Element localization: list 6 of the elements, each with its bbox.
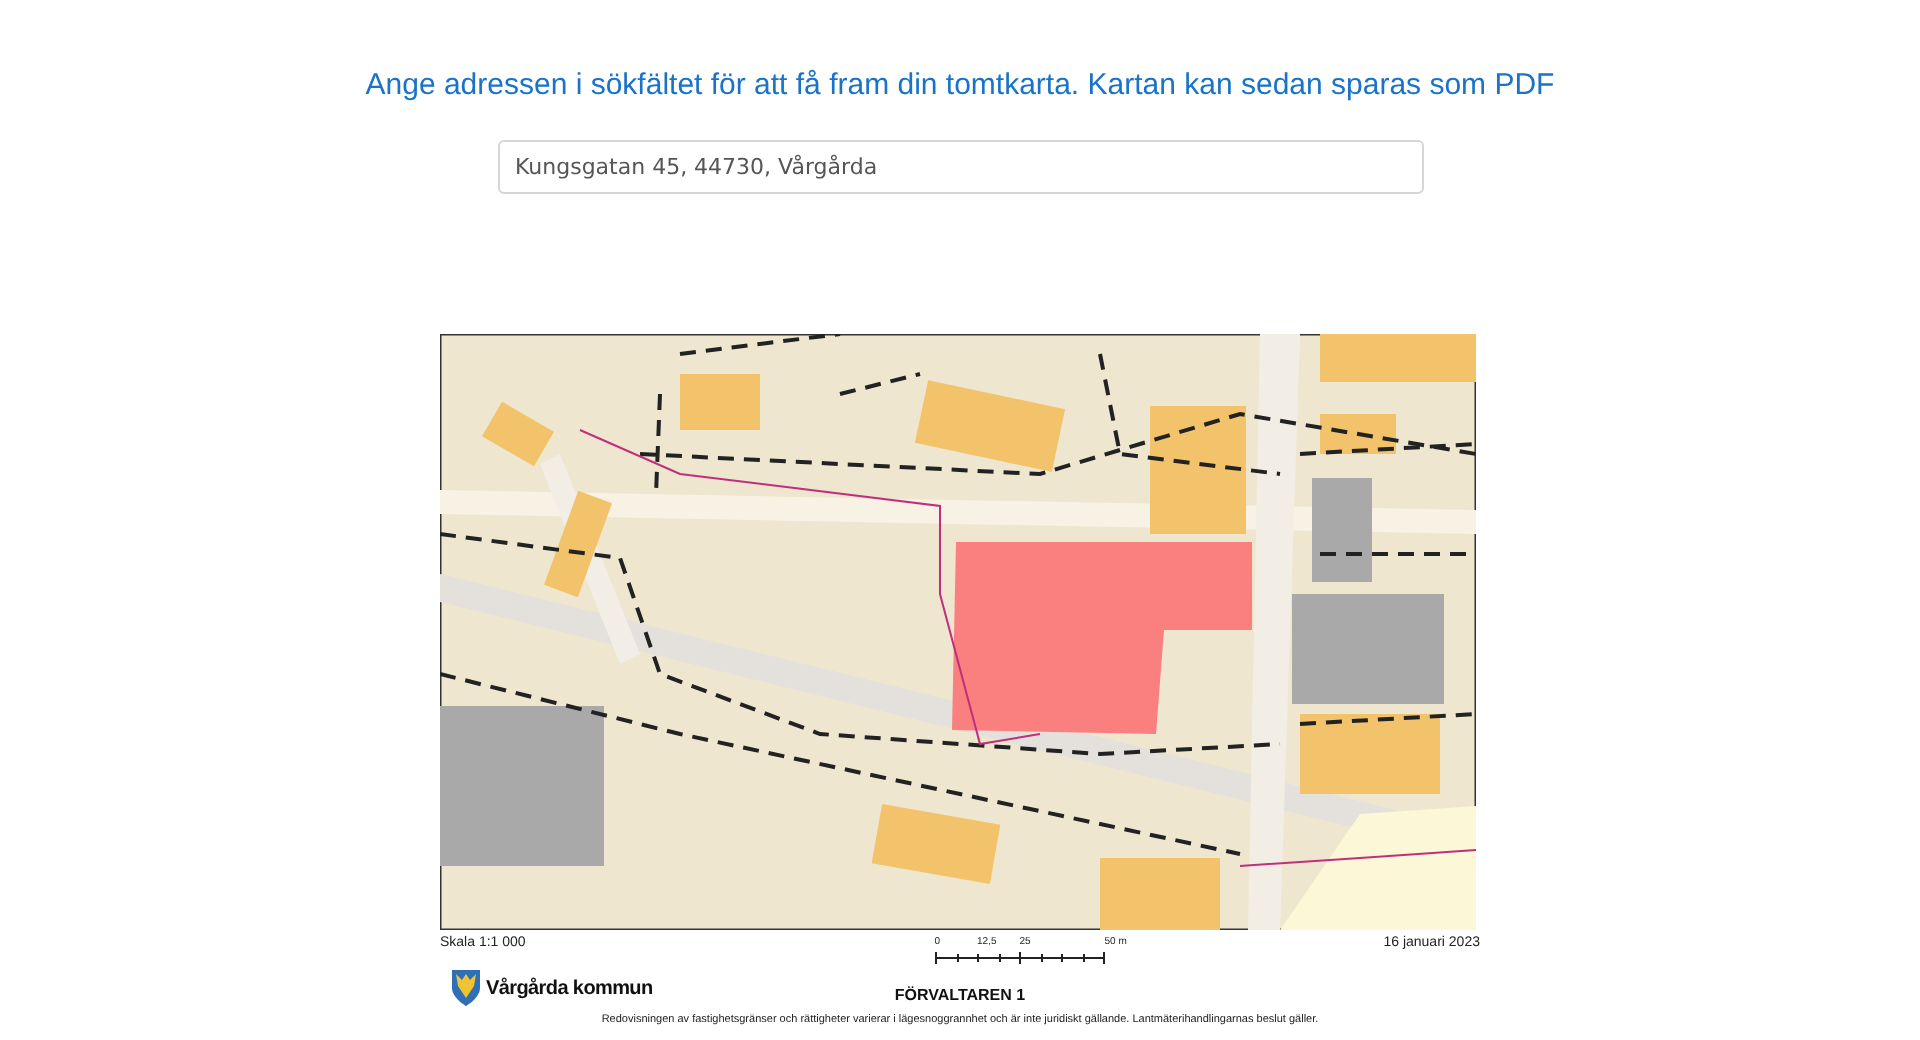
address-search-field[interactable]: Kungsgatan 45, 44730, Vårgårda	[497, 140, 1423, 194]
municipality-name: Vårgårda kommun	[486, 977, 653, 999]
scale-bar-icon	[934, 952, 1107, 964]
instruction-heading: Ange adressen i sökfältet för att få fram din tomtkarta. Kartan kan sedan sparas som PDF	[365, 66, 1555, 106]
coat-of-arms-icon	[452, 970, 480, 1006]
property-title: FÖRVALTAREN 1	[894, 985, 1026, 1003]
